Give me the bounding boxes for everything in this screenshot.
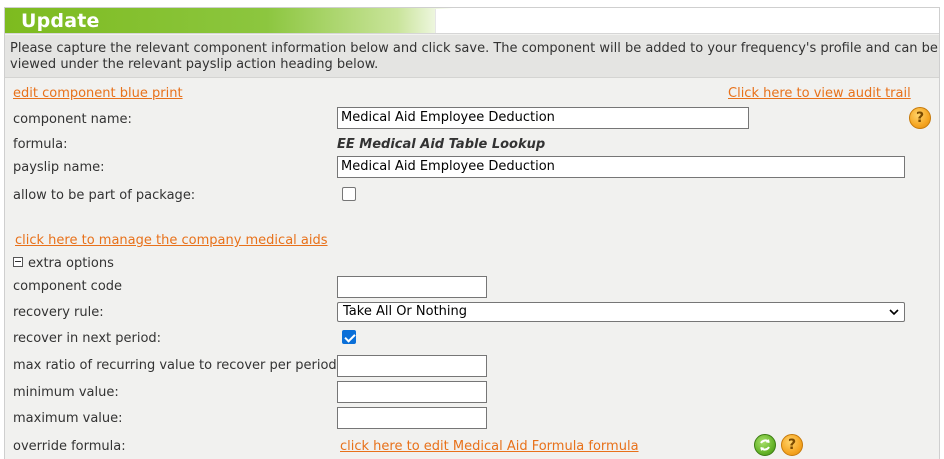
formula-label: formula:: [13, 137, 68, 152]
manage-medical-aids-link[interactable]: click here to manage the company medical…: [15, 233, 328, 248]
max-ratio-input[interactable]: [337, 355, 487, 377]
recover-next-checkbox[interactable]: [342, 330, 356, 344]
formula-help-icon[interactable]: ?: [781, 434, 803, 456]
intro-line-2: viewed under the relevant payslip action…: [10, 57, 379, 72]
refresh-arrows-icon: [760, 439, 770, 451]
refresh-icon[interactable]: [754, 434, 776, 456]
maximum-value-input[interactable]: [337, 407, 487, 429]
title-bar-right-area: [435, 9, 938, 33]
minimum-value-label: minimum value:: [13, 385, 119, 400]
maximum-value-label: maximum value:: [13, 411, 123, 426]
edit-blueprint-link[interactable]: edit component blue print: [13, 86, 183, 101]
formula-value: EE Medical Aid Table Lookup: [337, 137, 546, 152]
payslip-name-input[interactable]: Medical Aid Employee Deduction: [337, 156, 905, 178]
recovery-rule-label: recovery rule:: [13, 305, 104, 320]
recovery-rule-select[interactable]: Take All Or Nothing: [337, 302, 905, 322]
recover-next-label: recover in next period:: [13, 331, 162, 346]
page-title: Update: [21, 10, 100, 32]
package-checkbox[interactable]: [342, 187, 356, 201]
intro-line-1: Please capture the relevant component in…: [10, 41, 938, 56]
component-code-label: component code: [13, 279, 123, 294]
component-name-label: component name:: [13, 112, 132, 127]
help-icon[interactable]: ?: [909, 107, 931, 129]
component-name-input[interactable]: Medical Aid Employee Deduction: [337, 107, 749, 129]
title-bar: Update: [5, 8, 939, 34]
package-label: allow to be part of package:: [13, 188, 196, 203]
update-panel: Update Please capture the relevant compo…: [4, 7, 940, 459]
edit-formula-link[interactable]: click here to edit Medical Aid Formula f…: [340, 439, 639, 454]
audit-trail-link[interactable]: Click here to view audit trail: [728, 86, 911, 101]
minimum-value-input[interactable]: [337, 381, 487, 403]
payslip-name-label: payslip name:: [13, 160, 105, 175]
extra-options-label[interactable]: extra options: [28, 256, 114, 271]
override-formula-label: override formula:: [13, 439, 126, 454]
intro-text: Please capture the relevant component in…: [5, 35, 939, 78]
max-ratio-label: max ratio of recurring value to recover …: [13, 358, 342, 373]
collapse-toggle-icon[interactable]: [13, 257, 23, 267]
component-code-input[interactable]: [337, 276, 487, 298]
recovery-rule-selected: Take All Or Nothing: [343, 304, 468, 319]
chevron-down-icon: [889, 309, 899, 316]
